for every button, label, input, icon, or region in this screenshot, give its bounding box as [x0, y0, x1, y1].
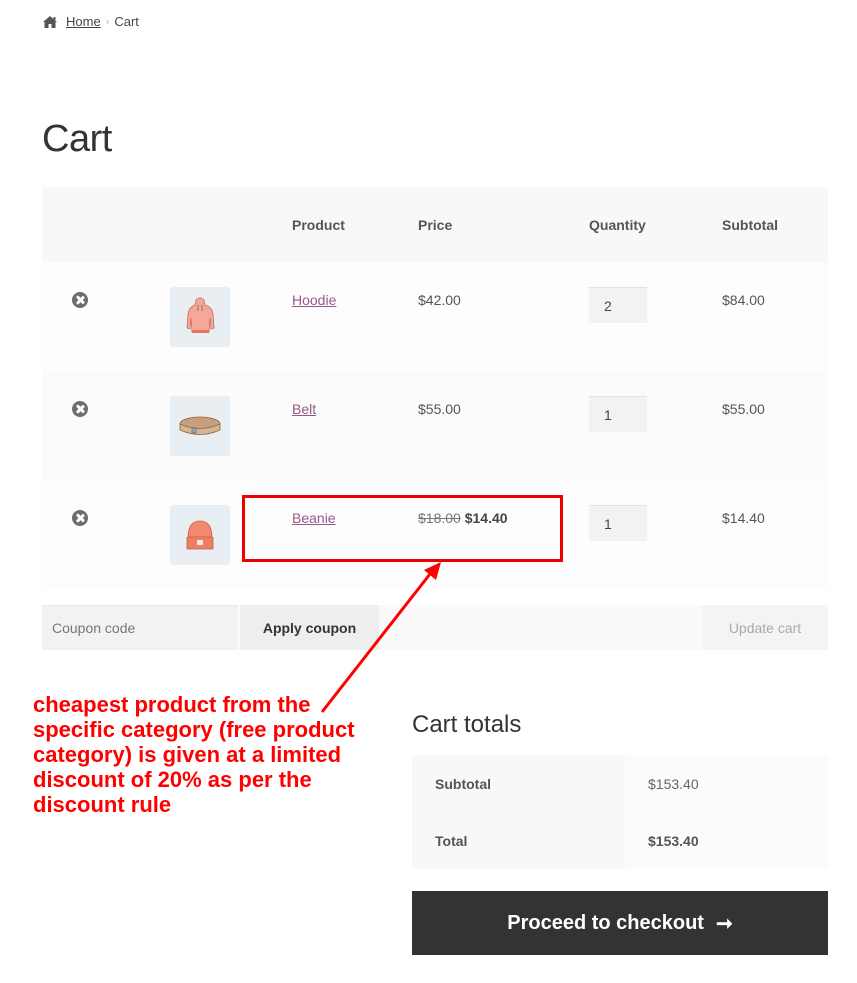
- item-subtotal: $84.00: [722, 292, 765, 308]
- breadcrumb-separator: ›: [105, 15, 110, 28]
- product-link[interactable]: Belt: [292, 401, 316, 417]
- belt-thumbnail[interactable]: [170, 396, 230, 456]
- quantity-input[interactable]: [589, 505, 647, 541]
- hoodie-icon: [186, 297, 215, 333]
- beanie-thumbnail[interactable]: [170, 505, 230, 565]
- cart-table-header: Product Price Quantity Subtotal: [42, 187, 828, 262]
- header-product: Product: [292, 216, 345, 233]
- home-icon: [42, 15, 58, 29]
- cart-item-row: Hoodie $42.00 $84.00: [42, 262, 828, 371]
- breadcrumb-home-link[interactable]: Home: [66, 14, 101, 29]
- quantity-input[interactable]: [589, 396, 647, 432]
- header-subtotal: Subtotal: [722, 216, 778, 233]
- remove-item-icon[interactable]: [72, 292, 88, 308]
- cart-totals-table: Subtotal $153.40 Total $153.40: [412, 755, 828, 869]
- totals-subtotal-label: Subtotal: [412, 755, 625, 812]
- totals-total-label: Total: [412, 812, 625, 869]
- totals-row-total: Total $153.40: [412, 812, 828, 869]
- coupon-bar: Apply coupon Update cart: [42, 605, 828, 650]
- hoodie-thumbnail[interactable]: [170, 287, 230, 347]
- coupon-code-input[interactable]: [42, 605, 238, 650]
- annotation-highlight-box: [242, 495, 563, 562]
- arrow-right-icon: ➞: [715, 912, 733, 935]
- update-cart-button[interactable]: Update cart: [702, 605, 828, 650]
- remove-item-icon[interactable]: [72, 401, 88, 417]
- cart-item-row: Belt $55.00 $55.00: [42, 371, 828, 480]
- item-subtotal: $55.00: [722, 401, 765, 417]
- totals-row-subtotal: Subtotal $153.40: [412, 755, 828, 812]
- page-title: Cart: [42, 118, 112, 160]
- header-price: Price: [418, 216, 453, 233]
- belt-icon: [179, 416, 221, 435]
- apply-coupon-button[interactable]: Apply coupon: [240, 605, 379, 650]
- totals-subtotal-value: $153.40: [625, 755, 828, 812]
- quantity-input[interactable]: [589, 287, 647, 323]
- product-link[interactable]: Hoodie: [292, 292, 336, 308]
- beanie-icon: [186, 520, 214, 550]
- remove-item-icon[interactable]: [72, 510, 88, 526]
- breadcrumb: Home › Cart: [42, 14, 139, 29]
- proceed-to-checkout-button[interactable]: Proceed to checkout ➞: [412, 891, 828, 955]
- checkout-label: Proceed to checkout: [507, 911, 704, 934]
- header-thumbnail: [170, 187, 292, 262]
- header-quantity: Quantity: [589, 216, 646, 233]
- item-subtotal: $14.40: [722, 510, 765, 526]
- totals-total-value: $153.40: [625, 812, 828, 869]
- annotation-text: cheapest product from the specific categ…: [33, 692, 355, 817]
- breadcrumb-current: Cart: [114, 14, 139, 29]
- price-value: $42.00: [418, 292, 461, 308]
- price-value: $55.00: [418, 401, 461, 417]
- cart-totals-title: Cart totals: [412, 711, 522, 738]
- header-remove: [42, 187, 170, 262]
